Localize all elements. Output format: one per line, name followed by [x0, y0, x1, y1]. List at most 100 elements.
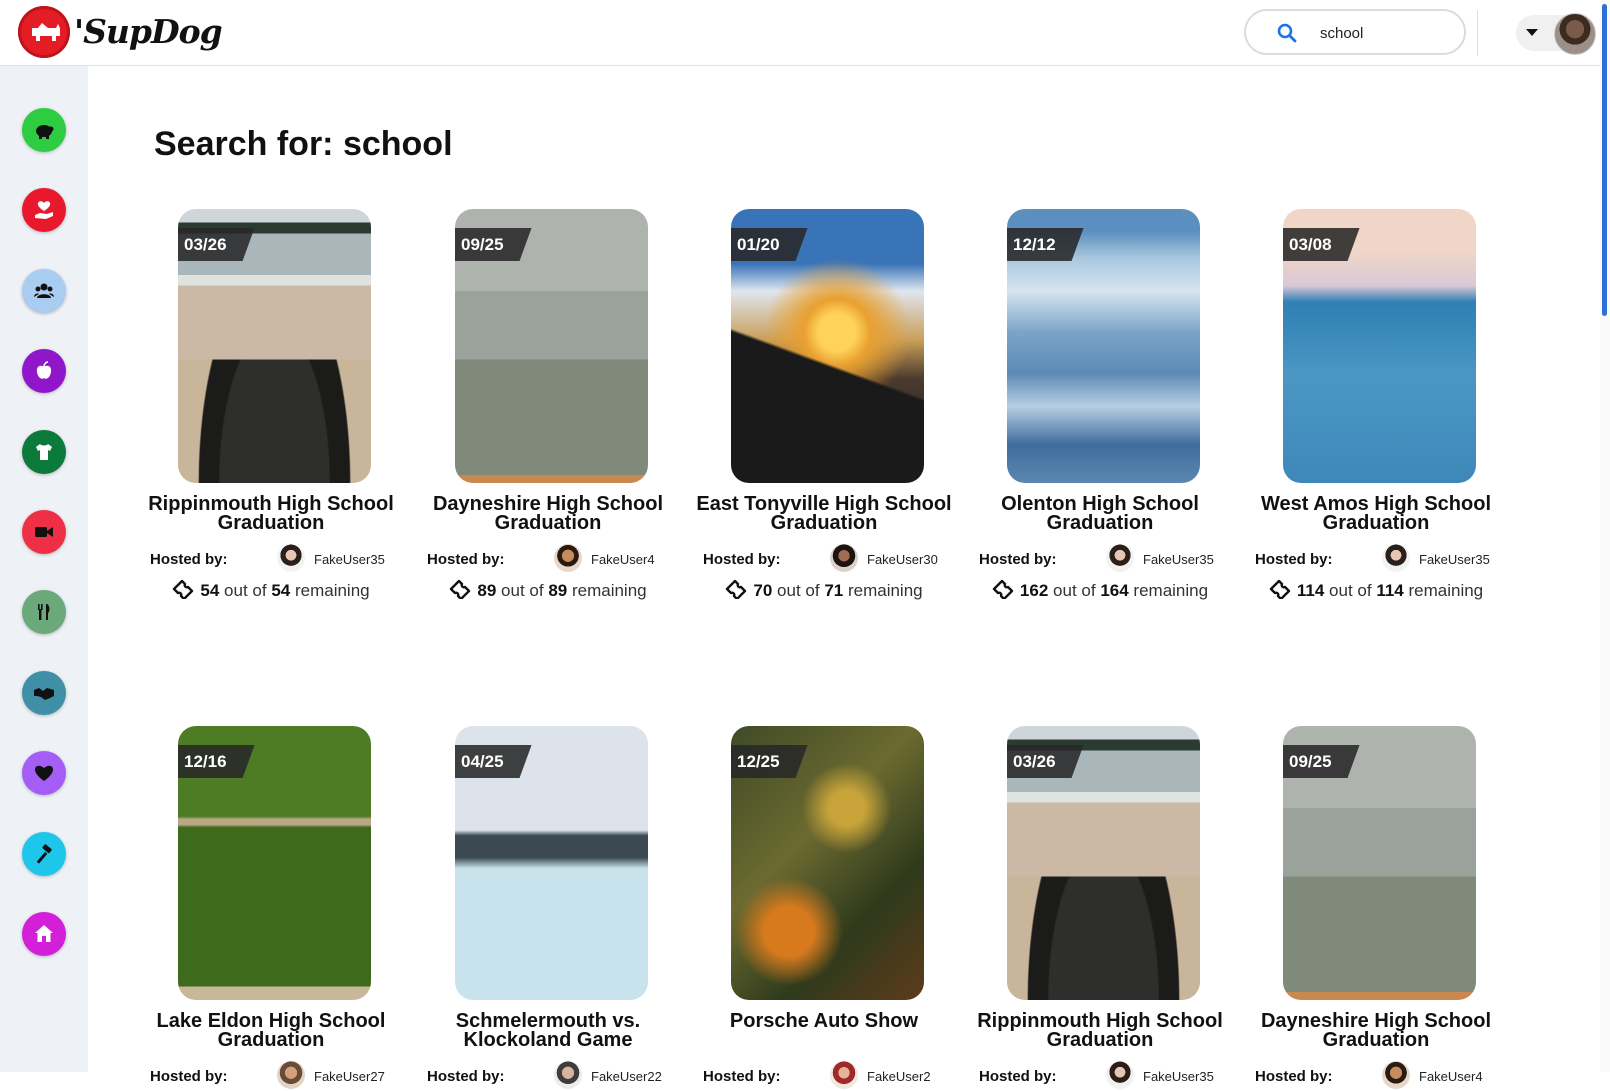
host-avatar[interactable] [1106, 1061, 1134, 1089]
sidebar-item-video-camera[interactable] [22, 510, 66, 554]
event-title[interactable]: Dayneshire High School Graduation [1233, 1011, 1519, 1050]
host-avatar[interactable] [277, 1061, 305, 1089]
ticket-icon [1269, 579, 1291, 599]
event-image[interactable]: 01/20 [731, 209, 924, 483]
host-name[interactable]: FakeUser35 [1419, 552, 1490, 567]
avatar[interactable] [1554, 13, 1596, 55]
event-image[interactable]: 09/25 [1283, 726, 1476, 1000]
ticket-icon [450, 579, 471, 599]
host-avatar[interactable] [1106, 544, 1134, 572]
hosted-by-label: Hosted by: [1255, 1068, 1333, 1085]
user-menu[interactable] [1516, 13, 1596, 55]
host-avatar[interactable] [830, 1061, 858, 1089]
host-name[interactable]: FakeUser22 [591, 1069, 662, 1084]
host-avatar[interactable] [554, 1061, 582, 1089]
sidebar-item-heart[interactable] [22, 751, 66, 796]
host-avatar[interactable] [554, 544, 582, 572]
sidebar-item-piggy-bank[interactable] [22, 108, 66, 152]
out-of-label: out of [224, 581, 267, 600]
event-image[interactable]: 12/25 [731, 726, 924, 1000]
event-date-badge: 12/12 [1007, 228, 1084, 261]
ticket-icon [726, 579, 747, 599]
out-of-label: out of [1053, 581, 1096, 600]
host-name[interactable]: FakeUser35 [1143, 552, 1214, 567]
event-title[interactable]: Olenton High School Graduation [957, 494, 1243, 533]
host-name[interactable]: FakeUser35 [1143, 1069, 1214, 1084]
event-title[interactable]: Rippinmouth High School Graduation [957, 1011, 1243, 1050]
event-date-badge: 12/25 [731, 745, 808, 778]
heart-icon [35, 765, 53, 782]
remaining-label: remaining [294, 581, 370, 600]
host-name[interactable]: FakeUser2 [867, 1069, 931, 1084]
host-avatar[interactable] [277, 544, 305, 572]
event-title[interactable]: Lake Eldon High School Graduation [128, 1011, 414, 1050]
event-title[interactable]: West Amos High School Graduation [1233, 494, 1519, 533]
host-row: Hosted by: FakeUser4 [413, 544, 683, 574]
host-row: Hosted by: FakeUser22 [413, 1061, 683, 1091]
sidebar-item-tshirt[interactable] [22, 429, 66, 474]
sidebar-item-utensils[interactable] [22, 590, 66, 635]
tickets-remaining: 162 out of 164 remaining [965, 579, 1235, 601]
logo-icon[interactable] [18, 6, 70, 58]
host-row: Hosted by: FakeUser35 [136, 544, 406, 574]
chevron-down-icon[interactable] [1526, 29, 1538, 36]
event-title[interactable]: Dayneshire High School Graduation [405, 494, 691, 533]
event-date-badge: 12/16 [178, 745, 255, 778]
page-title: Search for: school [154, 125, 453, 163]
hosted-by-label: Hosted by: [150, 551, 228, 568]
remaining-label: remaining [1408, 581, 1484, 600]
event-title[interactable]: Porsche Auto Show [681, 1011, 967, 1031]
host-name[interactable]: FakeUser35 [314, 552, 385, 567]
event-title[interactable]: Rippinmouth High School Graduation [128, 494, 414, 533]
host-name[interactable]: FakeUser4 [591, 552, 655, 567]
home-icon [35, 925, 53, 942]
search-icon[interactable] [1277, 23, 1297, 43]
event-date-badge: 01/20 [731, 228, 808, 261]
event-image[interactable]: 04/25 [455, 726, 648, 1000]
hosted-by-label: Hosted by: [979, 1068, 1057, 1085]
host-avatar[interactable] [830, 544, 858, 572]
hosted-by-label: Hosted by: [1255, 551, 1333, 568]
hosted-by-label: Hosted by: [703, 551, 781, 568]
search-box[interactable] [1244, 9, 1466, 55]
event-image[interactable]: 03/26 [1007, 726, 1200, 1000]
event-date-badge: 09/25 [1283, 745, 1360, 778]
event-title[interactable]: East Tonyville High School Graduation [681, 494, 967, 533]
host-name[interactable]: FakeUser4 [1419, 1069, 1483, 1084]
hosted-by-label: Hosted by: [427, 1068, 505, 1085]
host-row: Hosted by: FakeUser2 [689, 1061, 959, 1091]
host-name[interactable]: FakeUser30 [867, 552, 938, 567]
tickets-remaining: 89 out of 89 remaining [413, 579, 683, 601]
tshirt-icon [36, 443, 52, 460]
out-of-label: out of [501, 581, 544, 600]
tickets-total-count: 114 [1376, 581, 1404, 600]
hammer-icon [36, 843, 52, 864]
event-image[interactable]: 03/26 [178, 209, 371, 483]
sidebar-item-hammer[interactable] [22, 831, 66, 876]
sidebar-item-apple[interactable] [22, 349, 66, 394]
host-row: Hosted by: FakeUser4 [1241, 1061, 1511, 1091]
tickets-total-count: 164 [1100, 581, 1129, 600]
hosted-by-label: Hosted by: [427, 551, 505, 568]
tickets-remaining: 70 out of 71 remaining [689, 579, 959, 601]
top-bar: 'SupDog [0, 0, 1600, 66]
search-input[interactable] [1320, 22, 1440, 44]
event-title[interactable]: Schmelermouth vs. Klockoland Game [405, 1011, 691, 1050]
sidebar-item-handshake[interactable] [22, 670, 66, 715]
event-image[interactable]: 03/08 [1283, 209, 1476, 483]
scrollbar-thumb[interactable] [1602, 4, 1607, 316]
host-avatar[interactable] [1382, 1061, 1410, 1089]
event-image[interactable]: 12/12 [1007, 209, 1200, 483]
header-divider [1477, 10, 1478, 56]
app-name[interactable]: 'SupDog [74, 12, 223, 51]
sidebar-item-users[interactable] [22, 268, 66, 313]
host-avatar[interactable] [1382, 544, 1410, 572]
event-image[interactable]: 09/25 [455, 209, 648, 483]
tickets-remaining-count: 54 [200, 581, 220, 600]
sidebar-item-home[interactable] [22, 912, 66, 956]
host-name[interactable]: FakeUser27 [314, 1069, 385, 1084]
event-image[interactable]: 12/16 [178, 726, 371, 1000]
handshake-icon [34, 687, 54, 700]
tickets-total-count: 71 [824, 581, 844, 600]
sidebar-item-hand-holding-heart[interactable] [22, 188, 66, 233]
